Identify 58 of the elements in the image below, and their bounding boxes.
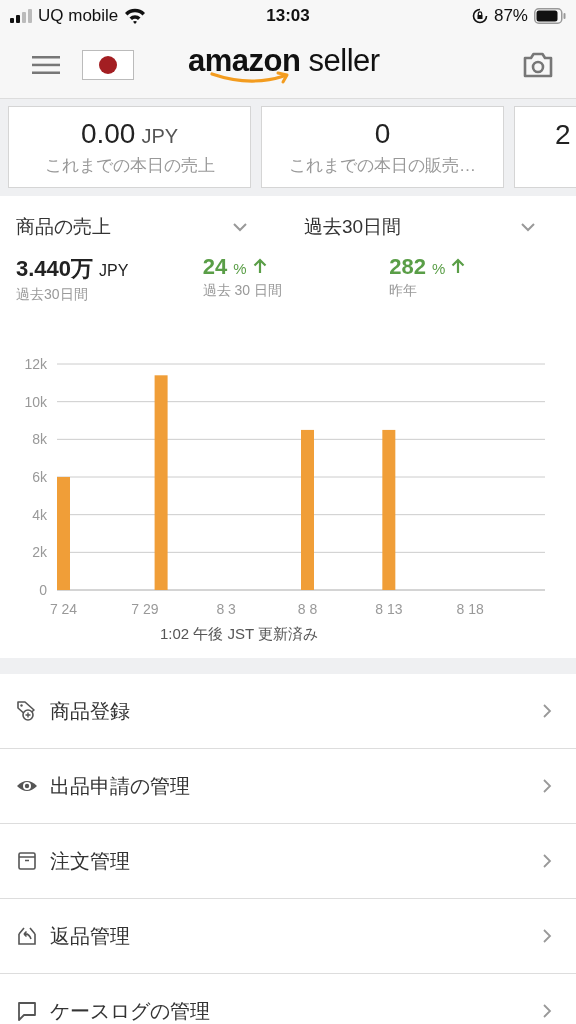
box-icon [16, 850, 38, 872]
card-value: 0 [374, 117, 391, 150]
signal-icon [10, 9, 32, 23]
stat-caption: 過去 30 日間 [202, 282, 284, 300]
x-tick-label: 8 13 [375, 601, 403, 617]
chevron-down-icon [520, 222, 536, 232]
y-tick-label: 12k [24, 356, 47, 372]
card-label: これまでの本日の売上 [44, 154, 215, 177]
chevron-right-icon [542, 1003, 552, 1019]
y-tick-label: 4k [32, 506, 47, 523]
return-box-icon [16, 925, 38, 947]
camera-button[interactable] [522, 51, 554, 79]
battery-icon [534, 8, 566, 24]
metric-dropdown[interactable]: 商品の売上 [16, 210, 248, 244]
chevron-down-icon [232, 222, 248, 232]
percent-sign: % [233, 260, 247, 277]
y-tick-label: 0 [39, 582, 47, 598]
x-tick-label: 8 8 [297, 601, 318, 617]
up-arrow-icon [252, 258, 267, 274]
currency-unit: JPY [99, 262, 129, 280]
rotation-lock-icon [471, 8, 488, 24]
stat-caption: 昨年 [389, 282, 419, 300]
period-dropdown[interactable]: 過去30日間 [304, 210, 536, 244]
tag-plus-icon [16, 700, 38, 722]
summary-card[interactable]: 0.00 JPY これまでの本日の売上 [8, 106, 251, 188]
flag-icon[interactable] [82, 50, 134, 80]
growth-value: 24 [202, 254, 228, 280]
wifi-icon [124, 8, 147, 24]
chevron-right-icon [542, 778, 552, 794]
y-tick-label: 2k [32, 544, 47, 561]
x-tick-label: 8 18 [456, 601, 484, 617]
y-tick-label: 6k [32, 469, 47, 485]
menu-button[interactable] [32, 55, 60, 75]
y-tick-label: 8k [32, 431, 47, 448]
x-tick-label: 7 29 [131, 601, 159, 617]
chevron-right-icon [542, 853, 552, 869]
percent-sign: % [432, 260, 446, 277]
card-value: 0.00 [80, 117, 136, 150]
card-value: 2 [555, 119, 571, 151]
growth-value: 282 [389, 254, 427, 280]
clock-time: 13:03 [266, 6, 310, 26]
carrier-name: UQ mobile [38, 6, 119, 26]
chevron-right-icon [542, 928, 552, 944]
total-sales-value: 3.440万 [16, 255, 94, 283]
up-arrow-icon [451, 258, 466, 274]
updated-time: 1:02 午後 JST 更新済み [160, 625, 319, 644]
summary-card[interactable]: 0 これまでの本日の販売… [261, 106, 504, 188]
card-label: これまでの本日の販売… [289, 154, 476, 177]
card-unit: JPY [141, 124, 179, 148]
x-tick-label: 8 3 [216, 601, 236, 617]
x-tick-label: 7 24 [49, 601, 78, 617]
chevron-right-icon [542, 703, 552, 719]
stat-caption: 過去30日間 [16, 286, 89, 304]
summary-card[interactable]: 2 [514, 106, 576, 188]
amazon-seller-logo: amazon seller [188, 45, 380, 85]
battery-percent: 87% [493, 6, 528, 26]
chat-bubble-icon [16, 1000, 38, 1022]
y-tick-label: 10k [24, 393, 47, 410]
